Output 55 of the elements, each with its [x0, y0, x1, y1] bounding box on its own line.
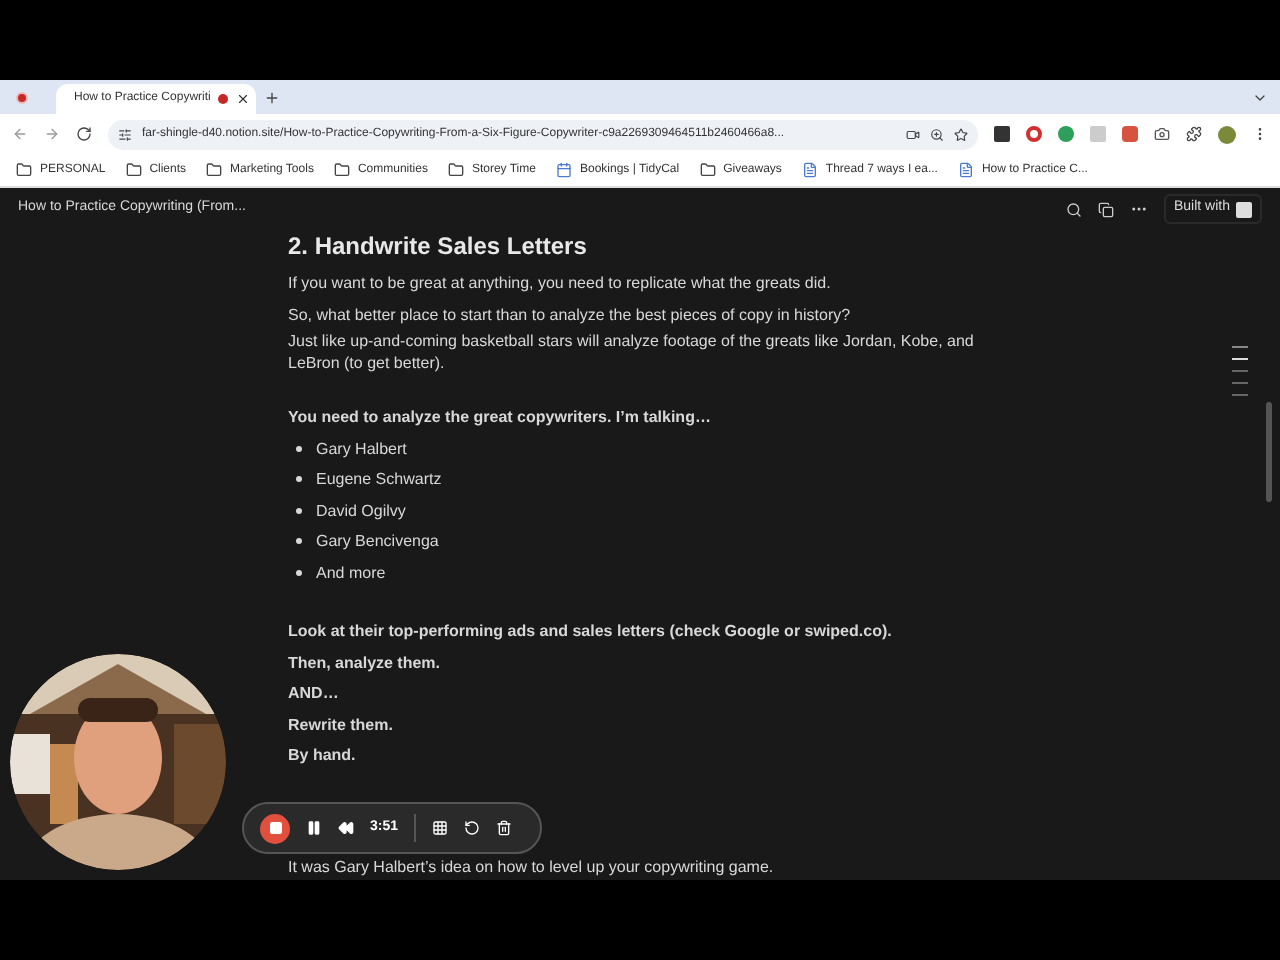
search-icon[interactable]	[1065, 201, 1082, 217]
paragraph: It was Gary Halbert’s idea on how to level up your copywriting game.	[288, 855, 774, 878]
extensions-icon[interactable]	[1186, 126, 1202, 142]
stop-icon	[269, 822, 281, 834]
scrollbar[interactable]	[1266, 402, 1272, 502]
paragraph: By hand.	[288, 744, 356, 767]
duplicate-icon[interactable]	[1097, 201, 1114, 217]
list-item: Gary Halbert	[316, 437, 407, 460]
bullet-icon	[296, 445, 302, 452]
list-item: David Ogilvy	[316, 499, 406, 522]
restart-icon[interactable]	[464, 820, 481, 836]
avatar-icon[interactable]	[1218, 125, 1236, 143]
site-settings-icon[interactable]	[118, 127, 132, 141]
folder-icon	[699, 162, 716, 178]
folder-icon	[333, 162, 350, 178]
folder-icon	[125, 162, 142, 178]
trash-icon[interactable]	[496, 820, 513, 836]
pause-icon[interactable]	[306, 820, 322, 836]
recording-icon	[16, 92, 28, 104]
paragraph: AND…	[288, 682, 339, 705]
calendar-icon	[555, 162, 572, 178]
paragraph: You need to analyze the great copywriters. I’m talking…	[288, 406, 711, 429]
section-heading: 2. Handwrite Sales Letters	[288, 230, 589, 262]
bookmark-star-icon[interactable]	[954, 127, 968, 141]
table-of-contents-icon[interactable]	[1232, 346, 1248, 396]
list-item: Gary Bencivenga	[316, 530, 439, 553]
tab-menu-icon[interactable]	[1252, 90, 1268, 106]
stop-button[interactable]	[260, 813, 290, 843]
camera-icon[interactable]	[906, 127, 920, 141]
list-item: Eugene Schwartz	[316, 468, 442, 491]
paragraph: Look at their top-performing ads and sales letters (check Google or swiped.co).	[288, 620, 892, 643]
rewind-icon[interactable]	[338, 820, 354, 836]
paragraph: Rewrite them.	[288, 713, 393, 736]
close-icon[interactable]	[236, 92, 251, 106]
reload-icon[interactable]	[76, 126, 92, 142]
folder-icon	[206, 162, 223, 178]
bullet-icon	[296, 538, 302, 545]
grid-icon[interactable]	[432, 820, 449, 836]
paragraph: If you want to be great at anything, you need to replicate what the greats did.	[288, 272, 831, 295]
document-icon	[957, 162, 974, 178]
folder-icon	[447, 162, 464, 178]
folder-icon	[16, 162, 32, 178]
back-icon[interactable]	[12, 126, 28, 142]
paragraph: Then, analyze them.	[288, 651, 441, 674]
camera-icon[interactable]	[1154, 126, 1170, 142]
paragraph: Just like up-and-coming basketball stars will analyze footage of the greats like Jordan, Kobe, and LeBron (to get better).	[288, 330, 976, 374]
forward-icon[interactable]	[44, 126, 60, 142]
zoom-icon[interactable]	[930, 127, 944, 141]
list-item: And more	[316, 561, 386, 584]
document-icon	[801, 162, 818, 178]
bullet-icon	[296, 507, 302, 514]
new-tab-icon[interactable]	[264, 90, 280, 106]
bullet-icon	[296, 569, 302, 576]
bullet-icon	[296, 476, 302, 483]
paragraph: So, what better place to start than to analyze the best pieces of copy in history?	[288, 303, 851, 326]
